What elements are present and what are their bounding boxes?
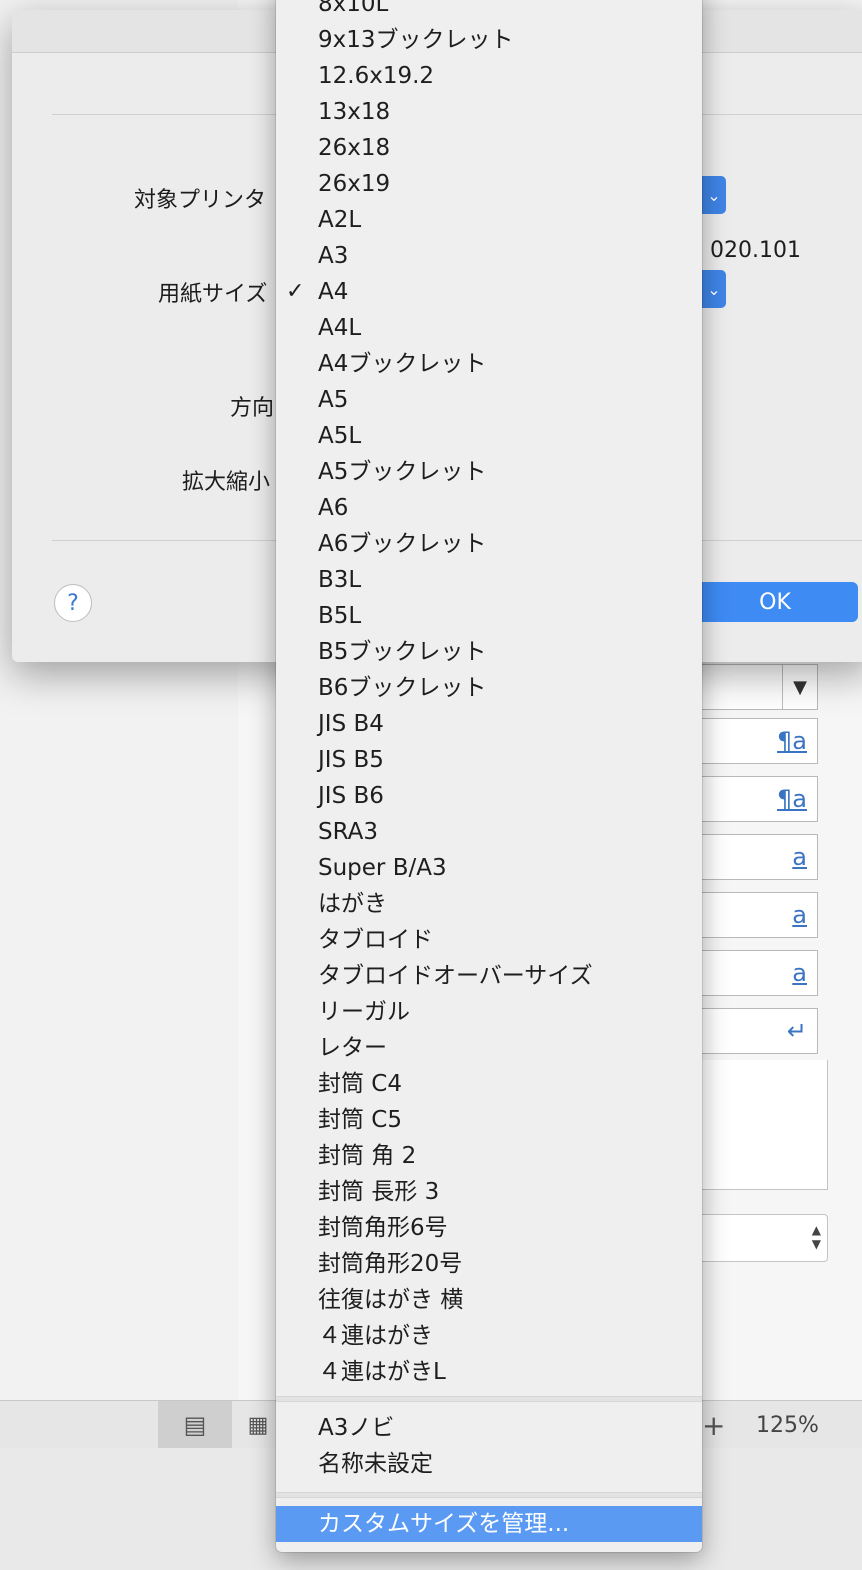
menu-item-4up-postcard-l[interactable]: ４連はがきL	[276, 1354, 702, 1390]
custom-size-list: A3ノビ 名称未設定	[276, 1410, 702, 1482]
printer-label: 対象プリンタ	[134, 188, 267, 213]
menu-item-tabloid-oversize[interactable]: タブロイドオーバーサイズ	[276, 958, 702, 994]
menu-item-jis-b4[interactable]: JIS B4	[276, 706, 702, 742]
menu-item-letter[interactable]: レター	[276, 1030, 702, 1066]
paper-size-list: 8x10L 9x13ブックレット 12.6x19.2 13x18 26x18 2…	[276, 0, 702, 1390]
menu-item-a3-nobi[interactable]: A3ノビ	[276, 1410, 702, 1446]
menu-item-sra3[interactable]: SRA3	[276, 814, 702, 850]
menu-item-jis-b5[interactable]: JIS B5	[276, 742, 702, 778]
menu-separator	[276, 1492, 702, 1498]
menu-item-envelope-c4[interactable]: 封筒 C4	[276, 1066, 702, 1102]
menu-item-envelope-kaku-2[interactable]: 封筒 角 2	[276, 1138, 702, 1174]
menu-item-a2l[interactable]: A2L	[276, 202, 702, 238]
menu-separator	[276, 1396, 702, 1402]
menu-item-postcard[interactable]: はがき	[276, 886, 702, 922]
ok-button[interactable]: OK	[692, 582, 858, 622]
menu-item-a6[interactable]: A6	[276, 490, 702, 526]
printer-detail: 020.101	[710, 238, 801, 263]
zoom-level: 125%	[756, 1413, 819, 1438]
dropdown-triangle-icon: ▼	[782, 665, 817, 709]
menu-item-a6-booklet[interactable]: A6ブックレット	[276, 526, 702, 562]
character-style-icon: a	[792, 901, 807, 929]
menu-item-26x19[interactable]: 26x19	[276, 166, 702, 202]
stepper-arrows-icon[interactable]: ▲ ▼	[812, 1223, 821, 1251]
manage-custom-sizes-item[interactable]: カスタムサイズを管理...	[276, 1506, 702, 1542]
help-button[interactable]: ?	[54, 584, 92, 622]
menu-item-envelope-c5[interactable]: 封筒 C5	[276, 1102, 702, 1138]
menu-item-13x18[interactable]: 13x18	[276, 94, 702, 130]
menu-item-26x18[interactable]: 26x18	[276, 130, 702, 166]
menu-item-envelope-naga-3[interactable]: 封筒 長形 3	[276, 1174, 702, 1210]
menu-item-12-6x19-2[interactable]: 12.6x19.2	[276, 58, 702, 94]
menu-item-untitled[interactable]: 名称未設定	[276, 1446, 702, 1482]
paper-size-label: 用紙サイズ	[158, 282, 268, 307]
stepper-field[interactable]: ▲ ▼	[680, 1214, 828, 1262]
checkmark-icon: ✓	[286, 279, 305, 304]
zoom-in-icon[interactable]: +	[702, 1409, 725, 1442]
menu-item-label: A4	[318, 279, 349, 305]
orientation-label: 方向	[230, 396, 275, 421]
scale-label: 拡大縮小	[182, 470, 271, 495]
menu-item-a5l[interactable]: A5L	[276, 418, 702, 454]
manage-list: カスタムサイズを管理...	[276, 1506, 702, 1542]
menu-item-4up-postcard[interactable]: ４連はがき	[276, 1318, 702, 1354]
menu-item-b5-booklet[interactable]: B5ブックレット	[276, 634, 702, 670]
printer-popup-chevron-icon[interactable]: ⌄	[702, 176, 726, 214]
paragraph-style-icon: ¶a	[777, 785, 807, 813]
paper-size-popup-chevron-icon[interactable]: ⌄	[702, 270, 726, 308]
menu-item-a5[interactable]: A5	[276, 382, 702, 418]
menu-item-envelope-kaku-6[interactable]: 封筒角形6号	[276, 1210, 702, 1246]
character-style-icon: a	[792, 843, 807, 871]
menu-item-legal[interactable]: リーガル	[276, 994, 702, 1030]
menu-item-jis-b6[interactable]: JIS B6	[276, 778, 702, 814]
menu-item-a3[interactable]: A3	[276, 238, 702, 274]
style-list-area	[680, 1060, 828, 1190]
menu-item-8x10l[interactable]: 8x10L	[276, 0, 702, 22]
paper-size-menu: 8x10L 9x13ブックレット 12.6x19.2 13x18 26x18 2…	[276, 0, 702, 1552]
menu-item-super-b-a3[interactable]: Super B/A3	[276, 850, 702, 886]
menu-item-b5l[interactable]: B5L	[276, 598, 702, 634]
menu-item-b3l[interactable]: B3L	[276, 562, 702, 598]
menu-item-reply-postcard-landscape[interactable]: 往復はがき 横	[276, 1282, 702, 1318]
return-icon: ↵	[786, 1017, 807, 1045]
menu-item-a4[interactable]: ✓ A4	[276, 274, 702, 310]
menu-item-tabloid[interactable]: タブロイド	[276, 922, 702, 958]
menu-item-b6-booklet[interactable]: B6ブックレット	[276, 670, 702, 706]
menu-item-9x13-booklet[interactable]: 9x13ブックレット	[276, 22, 702, 58]
web-layout-view-icon[interactable]: ▦	[240, 1401, 276, 1449]
menu-item-a5-booklet[interactable]: A5ブックレット	[276, 454, 702, 490]
print-layout-view-icon[interactable]: ▤	[158, 1401, 232, 1449]
menu-item-a4-booklet[interactable]: A4ブックレット	[276, 346, 702, 382]
menu-item-a4l[interactable]: A4L	[276, 310, 702, 346]
character-style-icon: a	[792, 959, 807, 987]
paragraph-style-icon: ¶a	[777, 727, 807, 755]
menu-item-envelope-kaku-20[interactable]: 封筒角形20号	[276, 1246, 702, 1282]
